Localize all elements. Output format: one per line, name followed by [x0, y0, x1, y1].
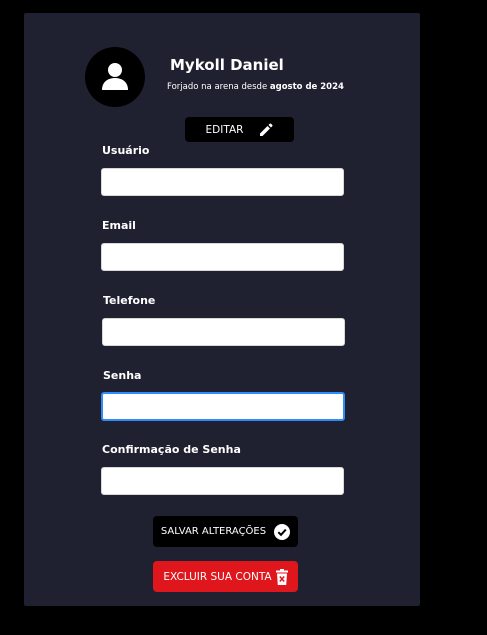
profile-card: Mykoll Daniel Forjado na arena desde ago… — [24, 13, 420, 606]
member-since-date: agosto de 2024 — [269, 82, 344, 92]
field-label-email: Email — [102, 219, 136, 232]
save-changes-button[interactable]: SALVAR ALTERAÇÕES — [153, 516, 298, 547]
password-confirm-input[interactable] — [101, 467, 344, 495]
phone-input[interactable] — [102, 318, 345, 346]
pencil-icon — [260, 123, 273, 136]
field-label-phone: Telefone — [103, 294, 156, 307]
email-input[interactable] — [101, 243, 344, 271]
field-label-password-confirm: Confirmação de Senha — [102, 443, 241, 456]
user-icon — [102, 63, 128, 90]
avatar — [85, 47, 145, 107]
field-label-password: Senha — [103, 369, 142, 382]
member-since-prefix: Forjado na arena desde — [167, 82, 270, 92]
check-circle-icon — [274, 523, 291, 540]
trash-icon — [275, 568, 288, 585]
username-input[interactable] — [101, 168, 344, 196]
edit-button[interactable]: EDITAR — [185, 117, 294, 142]
save-button-label: SALVAR ALTERAÇÕES — [160, 526, 267, 537]
field-label-username: Usuário — [102, 144, 150, 157]
delete-button-label: EXCLUIR SUA CONTA — [163, 570, 272, 583]
password-input[interactable] — [101, 392, 345, 421]
profile-name: Mykoll Daniel — [170, 56, 284, 74]
delete-account-button[interactable]: EXCLUIR SUA CONTA — [153, 561, 298, 592]
member-since: Forjado na arena desde agosto de 2024 — [167, 82, 344, 92]
edit-button-label: EDITAR — [205, 123, 244, 136]
